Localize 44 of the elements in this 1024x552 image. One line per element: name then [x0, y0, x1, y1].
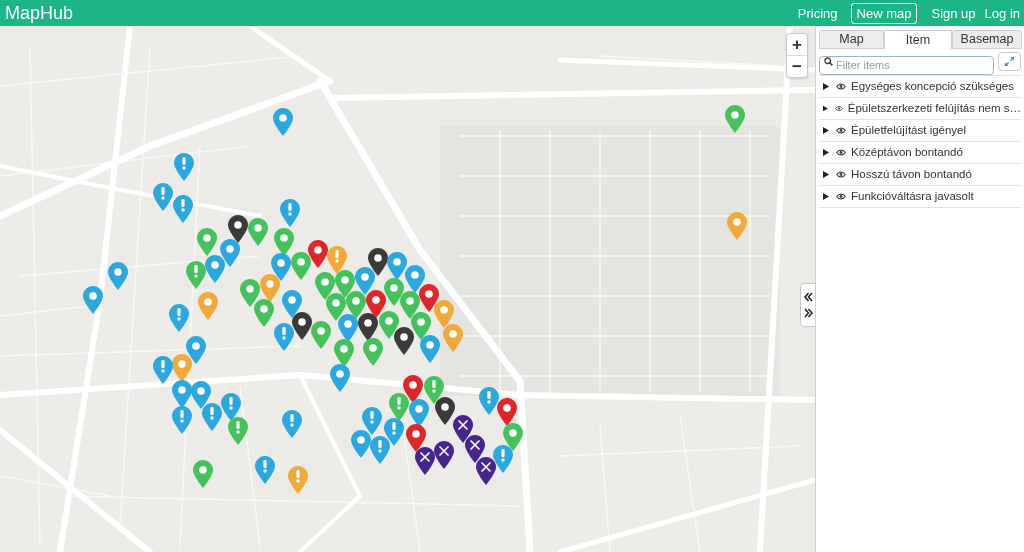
eye-icon[interactable] [836, 171, 846, 178]
filter-field[interactable]: Filter items [819, 55, 994, 75]
eye-icon[interactable] [836, 83, 846, 90]
zoom-out-button[interactable]: − [787, 56, 807, 77]
map-pin-icon[interactable] [228, 215, 248, 243]
caret-right-icon[interactable] [823, 149, 829, 156]
search-icon [824, 57, 833, 66]
caret-right-icon[interactable] [823, 171, 829, 178]
map-pin-icon[interactable] [358, 313, 378, 341]
layer-item[interactable]: Középtávon bontandó [851, 146, 963, 159]
sidebar-tab[interactable]: Item [884, 30, 952, 49]
chevrons-right-icon[interactable] [803, 308, 813, 318]
layer-item[interactable]: Hosszú távon bontandó [851, 168, 972, 181]
map-pin-icon[interactable] [292, 312, 312, 340]
map-pin-icon[interactable] [435, 397, 455, 425]
caret-right-icon[interactable] [823, 105, 828, 112]
layer-item[interactable]: Épületfelújítást igényel [851, 124, 967, 137]
map-pin-icon[interactable] [394, 327, 414, 355]
map-pin-icon[interactable] [406, 424, 426, 452]
zoom-in-button[interactable]: + [787, 34, 807, 56]
map-pin-icon[interactable] [379, 311, 399, 339]
caret-right-icon[interactable] [823, 193, 829, 200]
diagonal-arrows-icon [1004, 56, 1015, 67]
expand-button[interactable] [998, 52, 1021, 71]
map-pin-icon[interactable] [465, 435, 485, 463]
map-pin-icon[interactable] [493, 445, 513, 473]
eye-icon[interactable] [834, 105, 843, 112]
sidebar-tab[interactable]: Basemap [952, 30, 1022, 49]
map-pin-icon[interactable] [282, 290, 302, 318]
caret-right-icon[interactable] [823, 83, 829, 90]
chevrons-left-icon[interactable] [803, 292, 813, 302]
layer-item[interactable]: Funkcióváltásra javasolt [851, 190, 974, 203]
caret-right-icon[interactable] [823, 127, 829, 134]
eye-icon[interactable] [836, 149, 846, 156]
map-pin-icon[interactable] [476, 457, 496, 485]
map-pin-icon[interactable] [453, 415, 473, 443]
map-pin-icon[interactable] [434, 441, 454, 469]
eye-icon[interactable] [836, 127, 846, 134]
layer-item[interactable]: Egységes koncepció szükséges [851, 80, 1014, 93]
eye-icon[interactable] [836, 193, 846, 200]
sidebar-tab[interactable]: Map [819, 30, 884, 49]
map-pin-icon[interactable] [415, 447, 435, 475]
layer-item[interactable]: Épületszerkezeti felújítás nem s… [847, 102, 1021, 115]
map-pin-icon[interactable] [424, 376, 444, 404]
